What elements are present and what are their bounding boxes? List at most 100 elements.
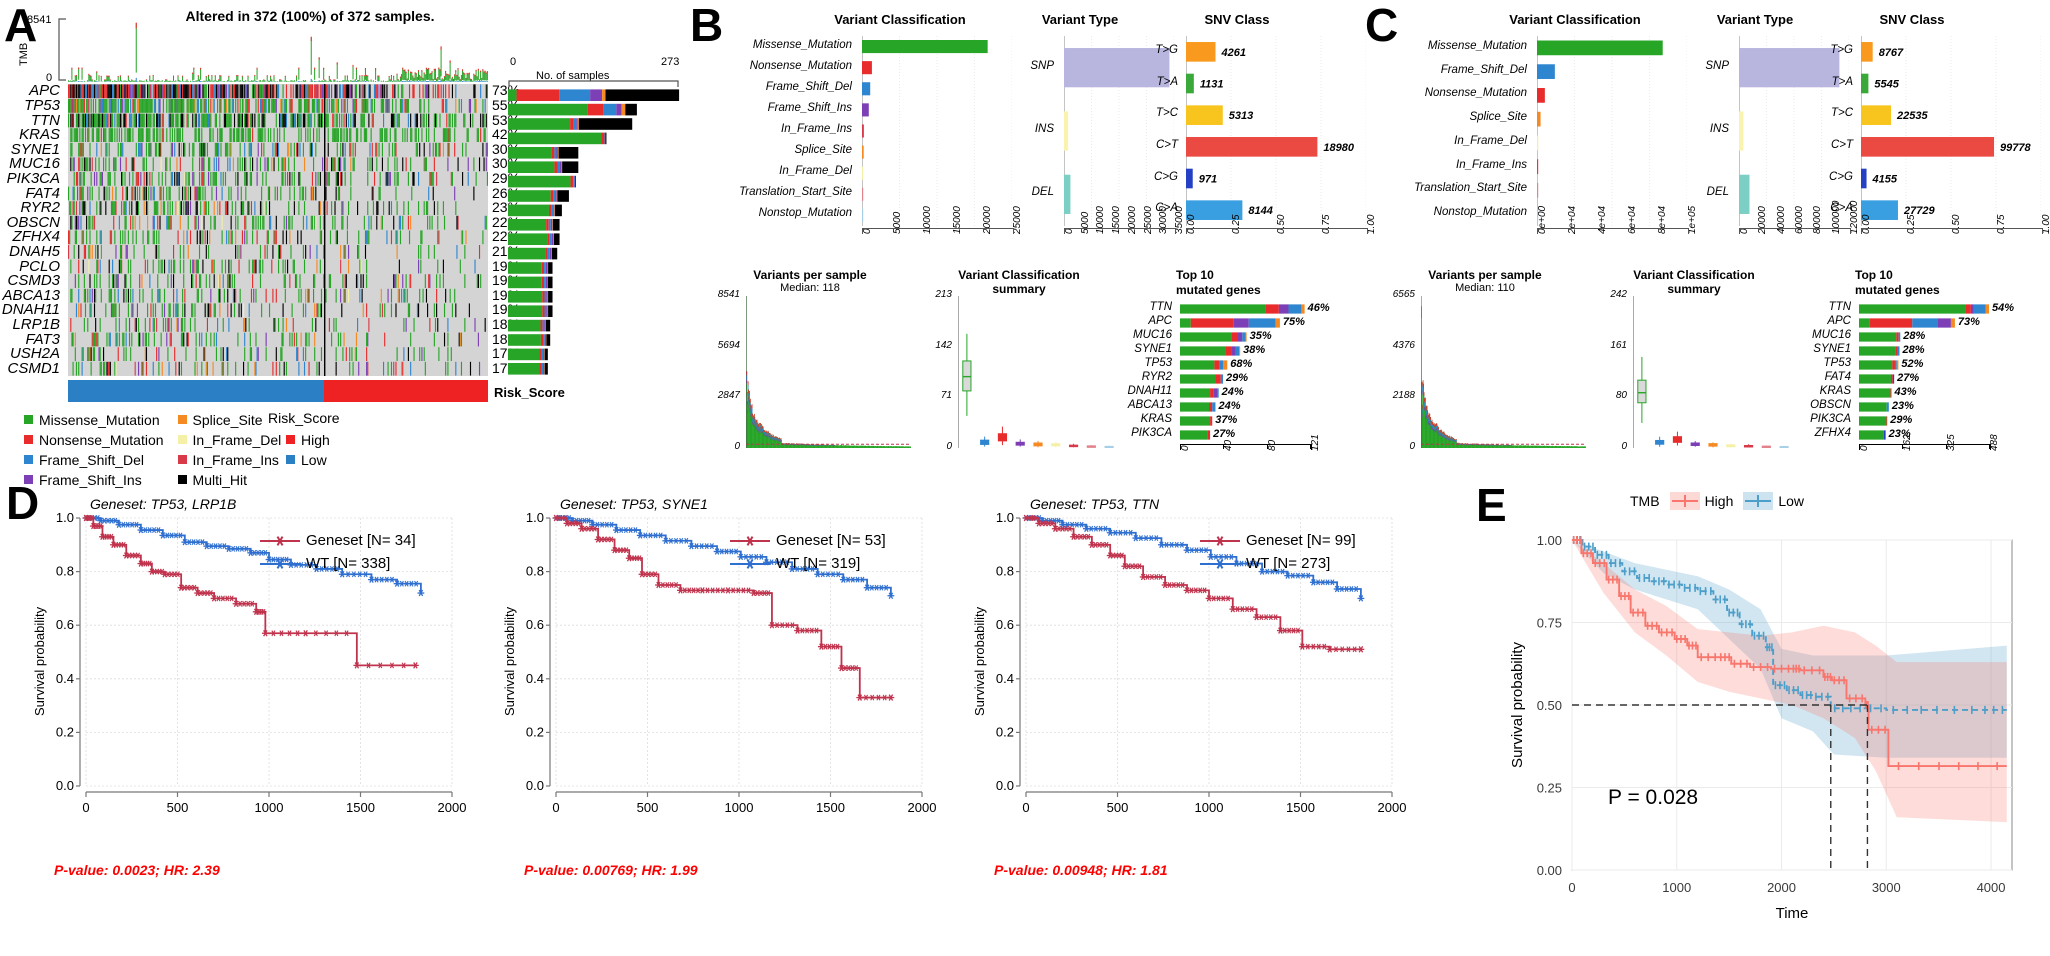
y-tick-label: 0 [946, 441, 952, 452]
bar-category-label: C>T [1830, 138, 1853, 151]
gene-label: PIK3CA [6, 169, 60, 187]
km-legend: Geneset [N= 99] WT [N= 273] [1200, 532, 1356, 578]
legend-label: Frame_Shift_Del [39, 451, 145, 468]
legend-swatch [24, 435, 33, 445]
bar-category-label: T>G [1830, 43, 1853, 56]
c-vcs-yticks: 242 161 80 0 [1597, 289, 1631, 452]
e-legend-item: High [1669, 492, 1733, 510]
b-top-title2: mutated genes [1176, 283, 1261, 297]
c-vt-ticks: 0 20000 40000 60000 80000 100000 120000 [1739, 201, 1860, 268]
km-legend-marker [730, 535, 770, 546]
top-gene-percent: 29% [1225, 372, 1248, 384]
e-y-tick: 1.00 [1537, 533, 1562, 548]
bar-category-label: In_Frame_Ins [781, 123, 852, 135]
axis-line [1861, 228, 2043, 234]
legend-swatch [286, 455, 295, 465]
tmb-axis-bracket [58, 18, 66, 81]
axis-tick-label: 40 [1223, 439, 1235, 451]
e-legend-label: Low [1778, 493, 1805, 509]
c-vcs-chart [1633, 296, 1789, 448]
km-y-tick: 0.6 [526, 617, 544, 632]
y-tick-label: 71 [940, 390, 952, 402]
bar-value-label: 5545 [1874, 79, 1899, 91]
legend-label: Missense_Mutation [39, 411, 160, 428]
axis-tick-label: 488 [1989, 434, 2000, 451]
km-x-tick: 500 [167, 800, 189, 815]
km-legend-label: WT [N= 338] [306, 555, 391, 572]
km-legend-label: WT [N= 273] [1246, 555, 1331, 572]
bar-category-label: DEL [1706, 186, 1729, 199]
axis-tick-label: 121 [1310, 434, 1321, 451]
km-y-tick: 0.4 [56, 671, 74, 686]
c-snv-title: SNV Class [1879, 12, 1945, 27]
axis-tick-label: 80 [1266, 439, 1278, 451]
km-x-tick: 500 [637, 800, 659, 815]
gene-label: DNAH5 [9, 242, 60, 260]
km-y-tick: 0.4 [526, 671, 544, 686]
b-vc-ticks: 0 5000 10000 15000 20000 25000 [862, 206, 1023, 268]
km-y-tick: 0.2 [996, 724, 1014, 739]
axis-tick-mark [1989, 444, 1990, 449]
top-gene-label: RYR2 [1141, 371, 1172, 383]
top-gene-percent: 35% [1249, 330, 1272, 342]
c-vps-yticks: 6565 4376 2188 0 [1371, 289, 1419, 452]
bar-category-label: Translation_Start_Site [1414, 182, 1527, 195]
km-legend-label: Geneset [N= 34] [306, 532, 416, 549]
top-gene-label: ZFHX4 [1814, 427, 1851, 439]
legend-label: High [301, 431, 330, 448]
axis-tick-label: 162 [1902, 434, 1914, 451]
bar-category-label: Splice_Site [794, 144, 852, 157]
bar-category-label: T>A [1156, 75, 1178, 88]
panel-e: E TMB High Low 1.00 0.75 0.50 0.25 0.00 0 1000 20… [1460, 478, 2050, 956]
bar-category-label: Translation_Start_Site [739, 186, 852, 199]
e-y-tick: 0.25 [1537, 781, 1562, 796]
top-gene-percent: 38% [1243, 344, 1266, 356]
axis-tick-mark [1266, 444, 1268, 449]
bar-category-label: C>G [1154, 170, 1178, 183]
km-x-tick: 1000 [1195, 800, 1224, 815]
km-pvalue: P-value: 0.0023; HR: 2.39 [54, 862, 220, 878]
top-gene-label: ABCA13 [1127, 399, 1172, 411]
bar-category-label: T>A [1831, 75, 1853, 88]
y-tick-label: 242 [1610, 289, 1627, 300]
top-gene-label: KRAS [1140, 413, 1172, 425]
c-snv-chart: 876755452253599778415527729 [1861, 36, 2041, 226]
legend-label: Nonsense_Mutation [39, 431, 164, 448]
km-legend-label: Geneset [N= 53] [776, 532, 886, 549]
bar-category-label: INS [1034, 123, 1054, 135]
top-gene-label: TP53 [1823, 357, 1852, 369]
e-legend-item: Low [1743, 492, 1804, 510]
risk-legend: Risk_Score High Low [268, 410, 340, 470]
km-plot-2: Geneset: TP53, SYNE1 Survival probability… [500, 496, 970, 896]
b-snv-title: SNV Class [1204, 12, 1270, 27]
e-ylabel: Survival probability [1509, 642, 1526, 768]
bar-category-label: C>G [1829, 170, 1853, 183]
gene-label: LRP1B [12, 315, 60, 333]
panel-c: C Variant Classification Missense_Mutati… [1365, 0, 2050, 470]
c-top-title2: mutated genes [1855, 283, 1940, 297]
top-gene-label: TTN [1149, 301, 1172, 313]
km-x-tick: 2000 [438, 800, 467, 815]
top-gene-percent: 43% [1894, 386, 1917, 398]
km-plot-3: Geneset: TP53, TTN Survival probability 1.… [970, 496, 1440, 896]
c-vt-chart [1739, 36, 1849, 226]
bar-category-label: T>C [1155, 107, 1178, 120]
bar-category-label: Nonstop_Mutation [758, 207, 852, 220]
km-legend-item: WT [N= 319] [730, 555, 886, 572]
bar-value-label: 8144 [1248, 205, 1272, 217]
e-legend-marker [1669, 492, 1700, 510]
km-legend-item: Geneset [N= 34] [260, 532, 416, 549]
y-tick-label: 142 [935, 339, 952, 351]
legend-swatch [24, 415, 33, 425]
bar-category-label: Nonsense_Mutation [1424, 87, 1527, 100]
e-x-tick: 3000 [1872, 880, 1901, 895]
km-y-tick: 0.8 [56, 564, 74, 579]
y-tick-label: 5694 [717, 339, 740, 351]
km-plot-1: Geneset: TP53, LRP1B Survival probability… [30, 496, 500, 896]
bar-category-label: In_Frame_Ins [1456, 158, 1527, 171]
bar-value-label: 4155 [1872, 174, 1898, 186]
top-gene-label: APC [1827, 315, 1851, 327]
e-x-tick: 2000 [1767, 880, 1796, 895]
bar-category-label: SNP [1705, 59, 1729, 72]
b-vps-chart [746, 296, 911, 448]
